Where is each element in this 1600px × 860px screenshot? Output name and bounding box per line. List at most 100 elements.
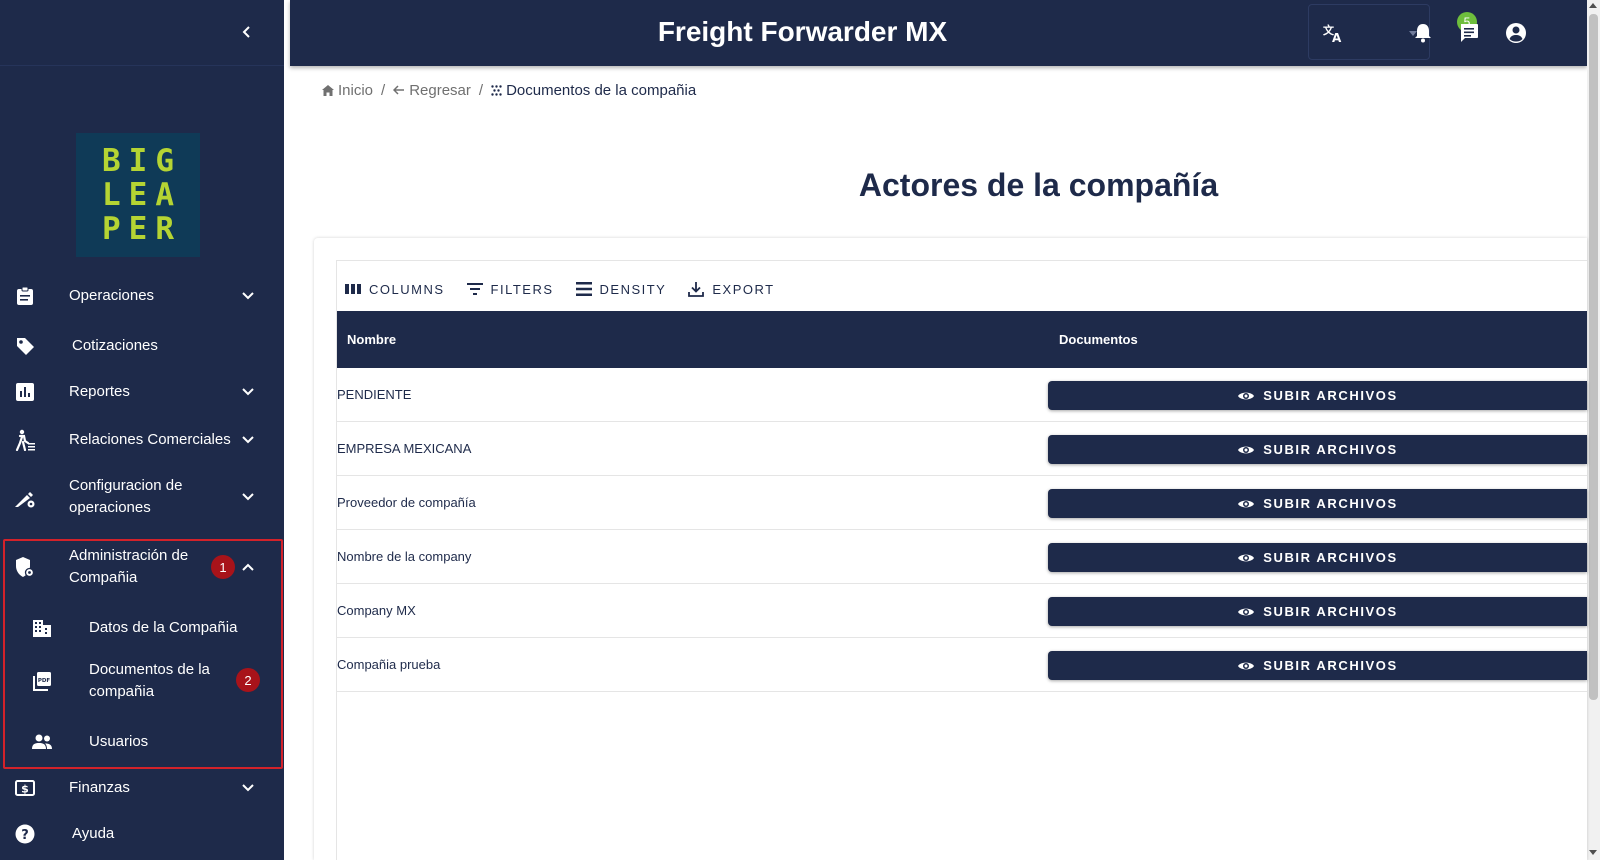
sidebar-subitem-label-line-1: Documentos de la [89,661,210,678]
tag-icon [14,335,36,357]
eye-icon [1238,500,1255,507]
logo-line-3: PER [102,211,182,247]
step-badge-1: 1 [211,555,235,579]
messages-button[interactable] [1456,20,1482,46]
chevron-up-icon [240,559,256,575]
grid-toolbar: COLUMNS FILTERS DENSITY EXPORT [345,278,775,300]
columns-label: COLUMNS [369,281,445,297]
row-name-cell: Company MX [337,603,416,618]
sidebar-subitem-label: Usuarios [89,733,149,750]
sidebar-item-label: Reportes [69,383,130,400]
chevron-down-icon [240,432,256,448]
sidebar-item-label-line-2: Compañia [69,569,138,586]
upload-files-label: SUBIR ARCHIVOS [1263,496,1398,511]
upload-files-label: SUBIR ARCHIVOS [1263,658,1398,673]
sidebar-item-label: Operaciones [69,287,155,304]
export-label: EXPORT [712,281,775,297]
home-icon [322,84,334,96]
table-row: EMPRESA MEXICANA SUBIR ARCHIVOS [337,422,1587,476]
sidebar-subitem-label: Datos de la Compañia [89,619,238,636]
account-button[interactable] [1503,20,1529,46]
upload-files-label: SUBIR ARCHIVOS [1263,442,1398,457]
table-row: PENDIENTE SUBIR ARCHIVOS [337,368,1587,422]
columns-button[interactable]: COLUMNS [345,282,445,297]
eye-icon [1238,662,1255,669]
bell-icon [1415,24,1431,43]
sidebar-item-cotizaciones[interactable]: Cotizaciones [0,330,284,362]
column-header-nombre[interactable]: Nombre [347,332,396,347]
row-name-cell: Nombre de la company [337,549,472,564]
arrow-left-icon [393,85,405,95]
table-row: Compañia prueba SUBIR ARCHIVOS [337,638,1587,692]
chevron-down-icon [240,489,256,505]
translate-icon: 文A [1323,23,1345,48]
density-icon [575,282,592,296]
sidebar-item-reportes[interactable]: Reportes [0,376,284,408]
breadcrumb-back-link[interactable]: Regresar [393,82,471,99]
upload-files-button[interactable]: SUBIR ARCHIVOS [1048,543,1587,572]
sidebar-subitem-datos-de-la-compania[interactable]: Datos de la Compañia [0,612,284,644]
table-row: Company MX SUBIR ARCHIVOS [337,584,1587,638]
sidebar-item-label-line-2: operaciones [69,499,151,516]
column-header-documentos[interactable]: Documentos [1059,332,1138,347]
step-badge-2: 2 [236,668,260,692]
row-name-cell: Compañia prueba [337,657,441,672]
sidebar-subitem-documentos-de-la-compania[interactable]: PDF Documentos de la compañia 2 [0,656,284,706]
chevron-down-icon [240,780,256,796]
columns-icon [345,284,361,294]
sidebar-item-finanzas[interactable]: $ Finanzas [0,772,284,804]
sidebar-item-ayuda[interactable]: ? Ayuda [0,818,284,850]
upload-files-button[interactable]: SUBIR ARCHIVOS [1048,597,1587,626]
sidebar-item-configuracion-de-operaciones[interactable]: Configuracion de operaciones [0,472,284,522]
bar-chart-icon [14,381,36,403]
table-row: Proveedor de compañía SUBIR ARCHIVOS [337,476,1587,530]
sidebar-subitem-usuarios[interactable]: Usuarios [0,726,284,758]
eye-icon [1238,446,1255,453]
upload-files-label: SUBIR ARCHIVOS [1263,604,1398,619]
download-icon [688,282,705,297]
upload-files-button[interactable]: SUBIR ARCHIVOS [1048,435,1587,464]
sidebar-item-administracion-de-compania[interactable]: Administración de Compañia 1 [0,542,284,592]
breadcrumb-home-label: Inicio [338,81,374,99]
settings-edit-icon [14,488,36,510]
scrollbar-thumb[interactable] [1589,14,1598,700]
collapse-sidebar-button[interactable] [237,22,257,42]
page-scrollbar[interactable] [1587,0,1600,860]
clipboard-icon [14,285,36,307]
sidebar-subitem-label-line-2: compañia [89,683,155,700]
building-icon [31,617,53,639]
sidebar-item-operaciones[interactable]: Operaciones [0,280,284,312]
notifications-button[interactable] [1410,20,1436,46]
upload-files-label: SUBIR ARCHIVOS [1263,388,1398,403]
upload-files-button[interactable]: SUBIR ARCHIVOS [1048,381,1587,410]
scroll-down-arrow-icon[interactable] [1589,850,1597,855]
svg-text:$: $ [21,783,29,796]
sidebar-item-label-line-1: Administración de [69,547,189,564]
upload-files-button[interactable]: SUBIR ARCHIVOS [1048,651,1587,680]
scroll-up-arrow-icon[interactable] [1589,3,1597,8]
density-label: DENSITY [599,281,667,297]
breadcrumb-separator: / [381,81,386,99]
dots-grid-icon [491,84,502,96]
logo-line-1: BIG [102,143,182,179]
upload-files-button[interactable]: SUBIR ARCHIVOS [1048,489,1587,518]
sidebar-item-label: Cotizaciones [72,337,158,354]
company-logo: BIG LEA PER [76,133,200,257]
filter-icon [466,283,483,295]
app-title: Freight Forwarder MX [657,16,948,47]
help-icon: ? [14,823,36,845]
top-app-bar: Freight Forwarder MX 文A 5 [290,0,1587,66]
sidebar-item-label: Finanzas [69,779,130,796]
sidebar-item-label: Ayuda [72,825,115,842]
sidebar-top [0,0,284,66]
eye-icon [1238,392,1255,399]
chevron-down-icon [240,384,256,400]
breadcrumb-home-link[interactable]: Inicio [322,82,373,99]
density-button[interactable]: DENSITY [575,281,667,297]
breadcrumb-back-label: Regresar [409,81,471,99]
export-button[interactable]: EXPORT [688,281,774,297]
svg-text:PDF: PDF [38,678,51,684]
svg-text:A: A [1332,31,1342,43]
filters-button[interactable]: FILTERS [466,282,554,297]
sidebar-item-relaciones-comerciales[interactable]: Relaciones Comerciales [0,424,284,456]
